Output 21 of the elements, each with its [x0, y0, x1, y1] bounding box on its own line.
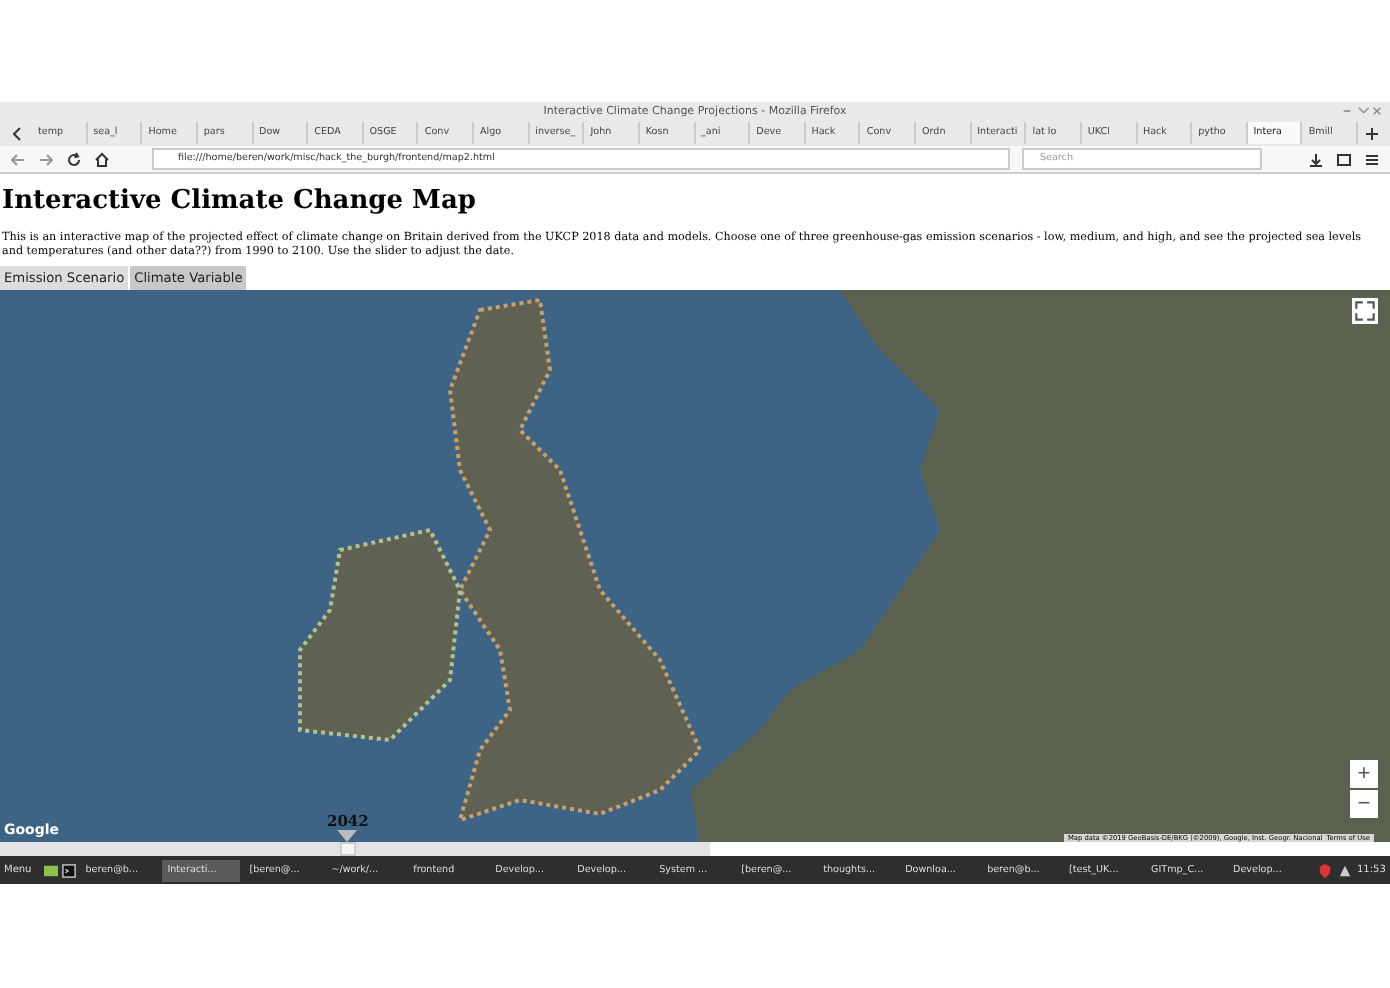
download-icon[interactable] — [1308, 151, 1324, 167]
shield-icon[interactable] — [1317, 863, 1331, 877]
reload-icon[interactable] — [66, 151, 82, 167]
new-tab-icon[interactable] — [1364, 125, 1380, 141]
pointer-icon — [337, 830, 358, 842]
home-icon[interactable] — [94, 151, 110, 167]
forward-icon[interactable] — [38, 151, 54, 167]
terminal-icon[interactable] — [61, 863, 76, 877]
sidebar-icon[interactable] — [1336, 151, 1352, 167]
zoom-out-button[interactable]: − — [1350, 790, 1378, 818]
zoom-in-button[interactable]: + — [1350, 760, 1378, 788]
back-icon[interactable] — [10, 151, 26, 167]
page-heading: Interactive Climate Change Map — [2, 186, 478, 216]
year-slider[interactable] — [0, 842, 710, 856]
scroll-left-icon[interactable] — [10, 125, 26, 141]
slider-thumb[interactable] — [339, 842, 356, 856]
menu-icon[interactable] — [1364, 151, 1380, 167]
folder-icon[interactable] — [43, 863, 58, 877]
fullscreen-icon[interactable] — [1352, 298, 1378, 324]
window-controls-icon[interactable] — [1342, 106, 1382, 116]
network-icon[interactable] — [1337, 863, 1351, 877]
